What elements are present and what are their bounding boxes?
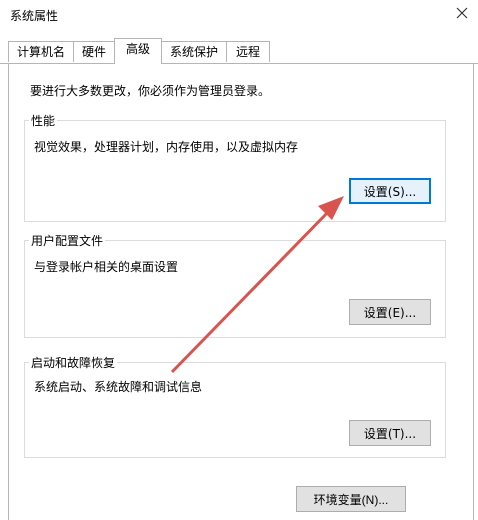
tab-remote[interactable]: 远程 [226, 41, 270, 62]
close-icon [456, 7, 468, 22]
tab-hardware[interactable]: 硬件 [73, 41, 115, 62]
performance-group [24, 120, 446, 222]
tab-bar: 计算机名 硬件 高级 系统保护 远程 [0, 38, 478, 64]
close-button[interactable] [446, 0, 478, 28]
performance-title: 性能 [29, 112, 58, 129]
title-bar: 系统属性 [0, 0, 478, 30]
performance-settings-button[interactable]: 设置(S)... [349, 178, 431, 204]
user-profiles-settings-button[interactable]: 设置(E)... [349, 299, 431, 325]
user-profiles-description: 与登录帐户相关的桌面设置 [34, 260, 179, 274]
user-profiles-title: 用户配置文件 [29, 232, 106, 249]
startup-recovery-settings-button[interactable]: 设置(T)... [349, 420, 431, 446]
tab-advanced[interactable]: 高级 [114, 38, 162, 64]
environment-variables-button[interactable]: 环境变量(N)... [296, 486, 406, 512]
tab-computer-name[interactable]: 计算机名 [8, 41, 74, 62]
performance-description: 视觉效果，处理器计划，内存使用，以及虚拟内存 [34, 140, 299, 154]
admin-note: 要进行大多数更改，你必须作为管理员登录。 [30, 84, 271, 98]
window-title: 系统属性 [10, 9, 59, 23]
tab-system-protection[interactable]: 系统保护 [161, 41, 227, 62]
startup-recovery-description: 系统启动、系统故障和调试信息 [34, 380, 203, 394]
startup-recovery-title: 启动和故障恢复 [29, 354, 118, 371]
